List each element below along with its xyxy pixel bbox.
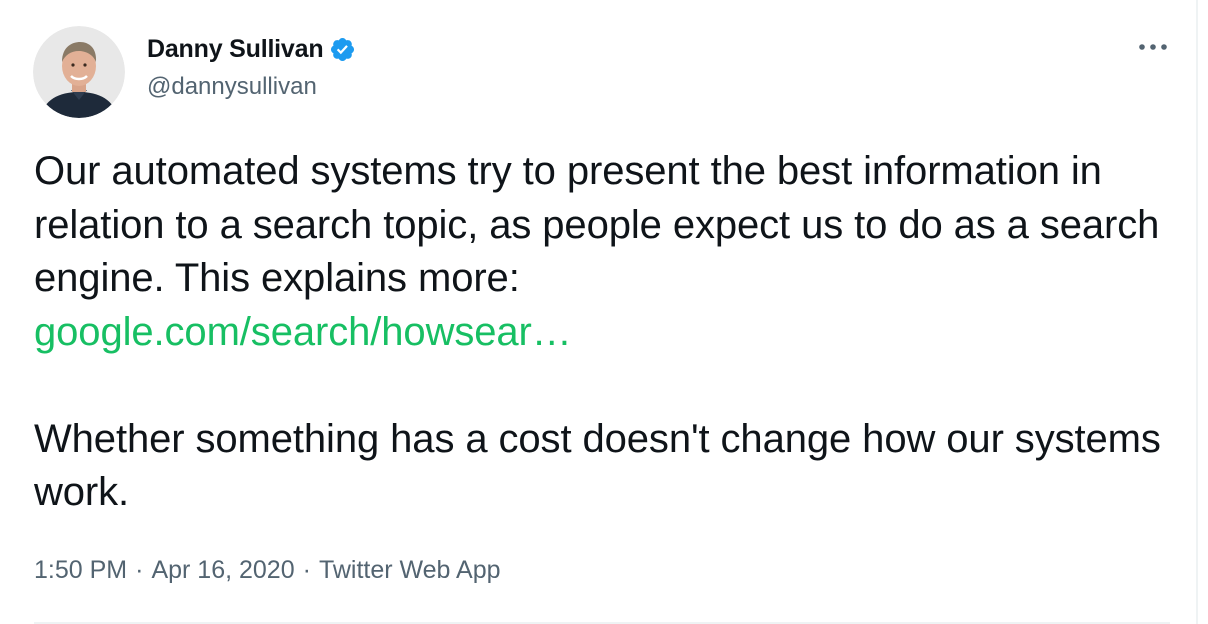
tweet-text-line-1: Our automated systems try to present the… [34, 149, 1160, 300]
meta-separator: · [302, 556, 311, 584]
tweet-meta: 1:50 PM · Apr 16, 2020 · Twitter Web App [34, 556, 501, 585]
author-avatar[interactable] [33, 26, 125, 118]
author-handle[interactable]: @dannysullivan [147, 73, 356, 101]
avatar-photo-icon [33, 26, 125, 118]
ellipsis-icon [1139, 44, 1167, 50]
tweet-card: Danny Sullivan @dannysullivan Our automa… [0, 0, 1198, 624]
verified-badge-icon [329, 36, 356, 63]
author-names: Danny Sullivan @dannysullivan [147, 35, 356, 101]
author-display-name[interactable]: Danny Sullivan [147, 35, 324, 64]
tweet-link[interactable]: google.com/search/howsear… [34, 310, 572, 354]
tweet-date[interactable]: Apr 16, 2020 [151, 556, 294, 585]
tweet-source[interactable]: Twitter Web App [319, 556, 501, 585]
tweet-time[interactable]: 1:50 PM [34, 556, 127, 585]
tweet-paragraph-1: Our automated systems try to present the… [34, 145, 1184, 359]
meta-separator: · [135, 556, 144, 584]
more-options-button[interactable] [1133, 32, 1173, 62]
display-name-row: Danny Sullivan [147, 35, 356, 63]
tweet-text: Our automated systems try to present the… [34, 145, 1184, 520]
tweet-header: Danny Sullivan @dannysullivan [33, 26, 1173, 118]
tweet-paragraph-2: Whether something has a cost doesn't cha… [34, 416, 1161, 515]
